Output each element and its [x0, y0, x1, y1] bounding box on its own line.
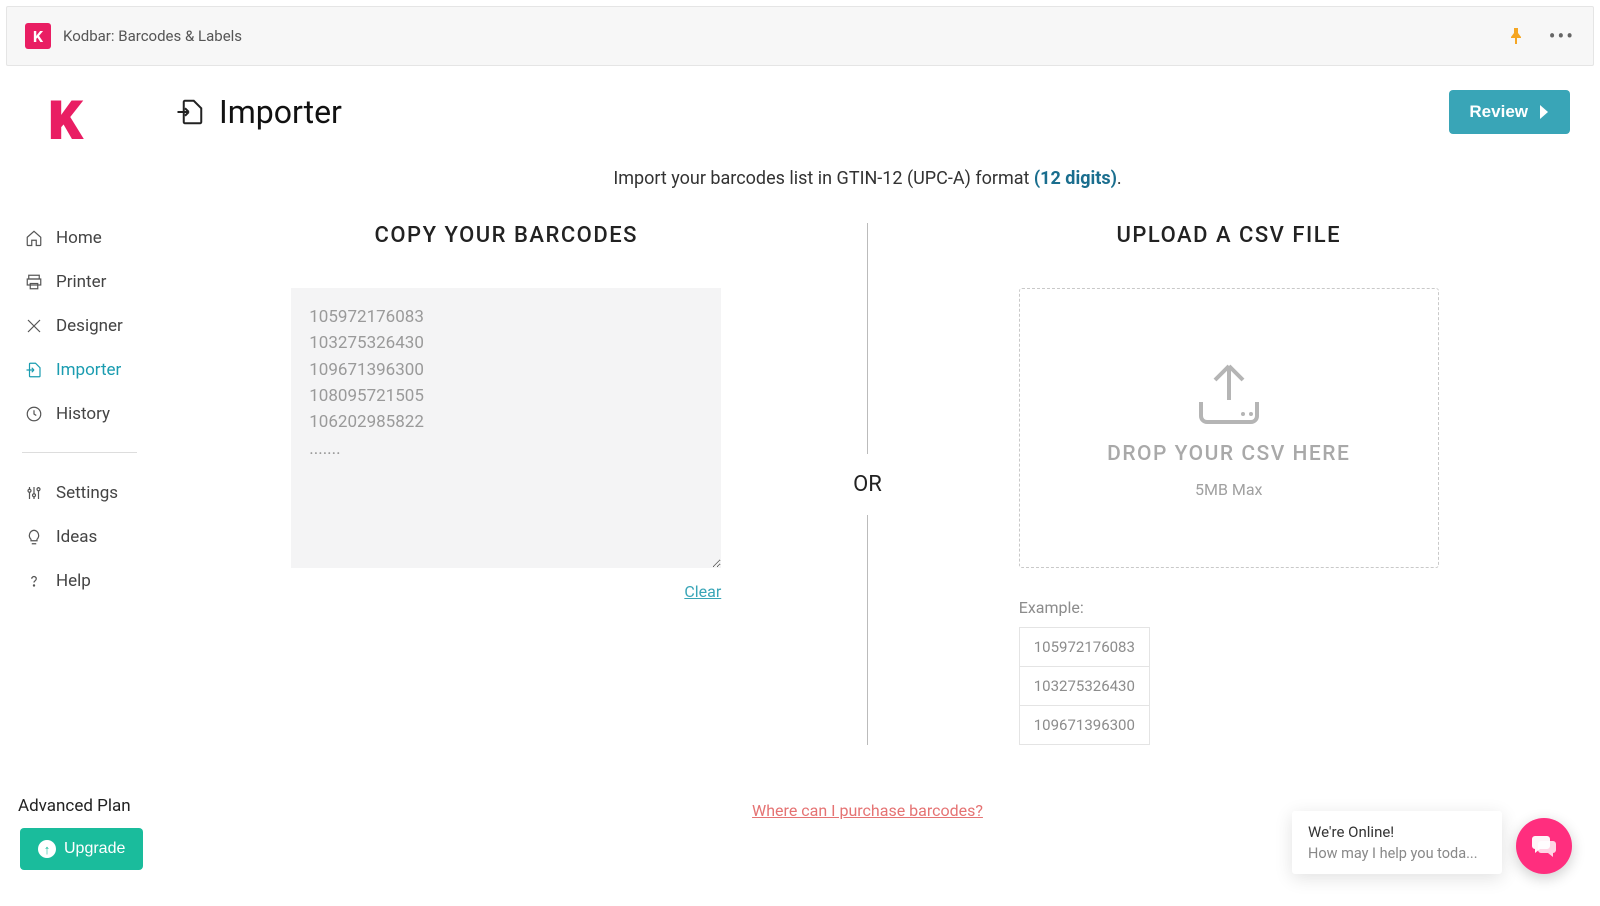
brand-logo: K [48, 96, 98, 156]
purchase-barcodes-link[interactable]: Where can I purchase barcodes? [752, 801, 983, 820]
dropzone-subtext: 5MB Max [1195, 480, 1263, 499]
page-title: Importer [219, 93, 342, 131]
chat-greeting-card[interactable]: We're Online! How may I help you toda... [1292, 811, 1502, 874]
chat-button[interactable] [1516, 818, 1572, 874]
printer-icon [24, 273, 44, 291]
main-scroll-area[interactable]: Import your barcodes list in GTIN-12 (UP… [165, 142, 1600, 900]
chat-icon [1531, 834, 1557, 858]
sidebar-label: Ideas [56, 527, 97, 547]
sidebar: K Home Printer Designer Importer [0, 72, 165, 900]
app-title: Kodbar: Barcodes & Labels [63, 27, 242, 45]
app-titlebar: K Kodbar: Barcodes & Labels ••• [6, 6, 1594, 66]
sidebar-item-help[interactable]: Help [20, 559, 165, 603]
importer-page-icon [175, 97, 205, 127]
sidebar-separator [22, 452, 137, 453]
history-icon [24, 405, 44, 423]
chat-line2: How may I help you toda... [1308, 845, 1486, 862]
digits-link[interactable]: (12 digits) [1034, 168, 1117, 189]
upgrade-arrow-icon: ↑ [38, 840, 56, 858]
dropzone-text: DROP YOUR CSV HERE [1107, 442, 1350, 466]
copy-barcodes-heading: Copy your barcodes [375, 223, 638, 248]
sidebar-label: Home [56, 228, 102, 248]
upgrade-label: Upgrade [64, 840, 125, 858]
sidebar-label: History [56, 404, 110, 424]
sidebar-item-settings[interactable]: Settings [20, 471, 165, 515]
sidebar-item-home[interactable]: Home [20, 216, 165, 260]
plan-label: Advanced Plan [18, 796, 165, 816]
sidebar-label: Designer [56, 316, 123, 336]
example-cell: 103275326430 [1019, 667, 1149, 706]
sidebar-label: Help [56, 571, 91, 591]
upload-icon [1189, 358, 1269, 428]
home-icon [24, 229, 44, 247]
upgrade-button[interactable]: ↑ Upgrade [20, 828, 143, 870]
csv-example: Example: 105972176083 103275326430 10967… [1019, 598, 1150, 745]
help-icon [24, 572, 44, 590]
review-label: Review [1469, 102, 1528, 122]
example-table: 105972176083 103275326430 109671396300 [1019, 627, 1150, 745]
chevron-right-icon [1538, 105, 1550, 119]
example-cell: 109671396300 [1019, 706, 1149, 745]
more-icon[interactable]: ••• [1549, 24, 1575, 48]
main-content: Importer Review Import your barcodes lis… [165, 72, 1600, 900]
sidebar-label: Settings [56, 483, 118, 503]
sidebar-label: Importer [56, 360, 121, 380]
sidebar-item-history[interactable]: History [20, 392, 165, 436]
sidebar-item-designer[interactable]: Designer [20, 304, 165, 348]
intro-text: Import your barcodes list in GTIN-12 (UP… [175, 168, 1560, 189]
upload-csv-column: Upload a CSV file DROP YOUR CSV HERE 5MB [898, 223, 1561, 745]
main-header: Importer Review [165, 72, 1600, 142]
app-icon: K [25, 23, 51, 49]
sidebar-item-printer[interactable]: Printer [20, 260, 165, 304]
barcodes-textarea[interactable] [291, 288, 721, 568]
example-cell: 105972176083 [1019, 628, 1149, 667]
pin-icon[interactable] [1509, 28, 1523, 44]
chat-line1: We're Online! [1308, 823, 1486, 841]
settings-icon [24, 484, 44, 502]
copy-barcodes-column: Copy your barcodes Clear [175, 223, 838, 745]
clear-link[interactable]: Clear [684, 582, 721, 601]
sidebar-label: Printer [56, 272, 106, 292]
column-divider: OR [838, 223, 898, 745]
sidebar-item-ideas[interactable]: Ideas [20, 515, 165, 559]
example-label: Example: [1019, 598, 1150, 617]
designer-icon [24, 317, 44, 335]
csv-dropzone[interactable]: DROP YOUR CSV HERE 5MB Max [1019, 288, 1439, 568]
intro-suffix: . [1117, 168, 1122, 189]
review-button[interactable]: Review [1449, 90, 1570, 134]
ideas-icon [24, 528, 44, 546]
sidebar-item-importer[interactable]: Importer [20, 348, 165, 392]
importer-icon [24, 361, 44, 379]
or-label: OR [853, 454, 882, 515]
upload-csv-heading: Upload a CSV file [1116, 223, 1341, 248]
intro-prefix: Import your barcodes list in GTIN-12 (UP… [613, 168, 1034, 189]
